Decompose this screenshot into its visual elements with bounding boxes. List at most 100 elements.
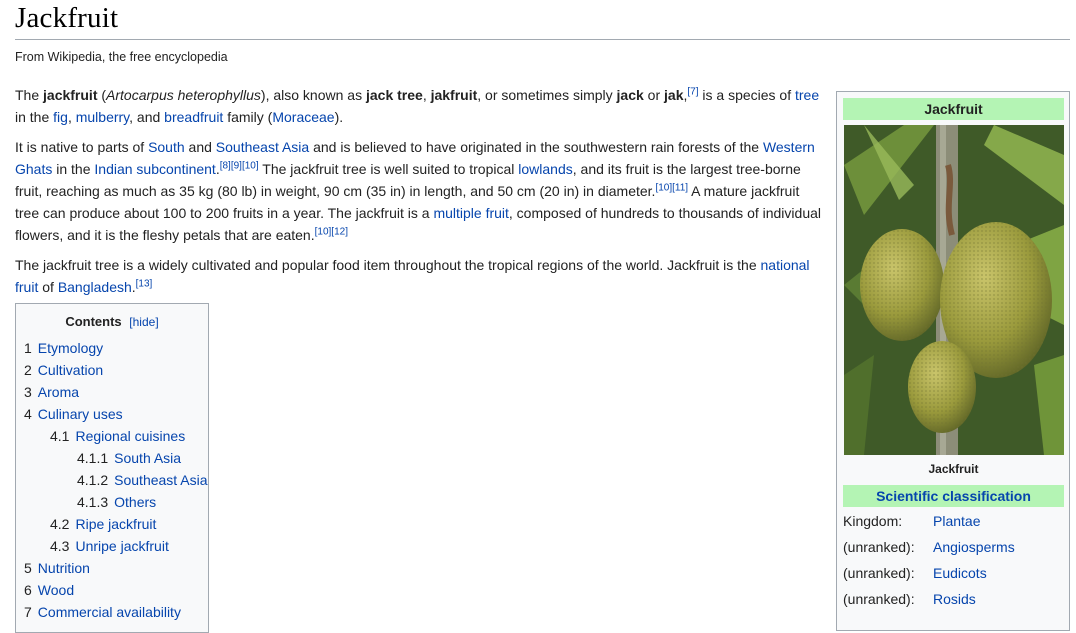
toc-title: Contents xyxy=(65,314,122,329)
taxonomy-value-link[interactable]: Plantae xyxy=(933,510,980,532)
text-run: Artocarpus heterophyllus xyxy=(106,87,261,103)
site-tagline: From Wikipedia, the free encyclopedia xyxy=(15,50,228,64)
taxonomy-rank: (unranked): xyxy=(843,539,915,555)
toc-item[interactable]: 5 Nutrition xyxy=(24,560,90,576)
article-link[interactable]: Indian subcontinent xyxy=(94,161,215,177)
citation-link[interactable]: [10][11] xyxy=(655,182,688,193)
toc-item[interactable]: 4.2 Ripe jackfruit xyxy=(50,516,156,532)
citation-link[interactable]: [13] xyxy=(136,278,153,289)
lead-paragraph-3: The jackfruit tree is a widely cultivate… xyxy=(15,254,825,298)
article-link[interactable]: breadfruit xyxy=(164,109,223,125)
article-link[interactable]: lowlands xyxy=(518,161,572,177)
taxonomy-value-link[interactable]: Eudicots xyxy=(933,562,987,584)
toc-item-label[interactable]: Others xyxy=(114,494,156,510)
text-run: ). xyxy=(334,109,344,125)
text-run: , and xyxy=(129,109,165,125)
toc-item-label[interactable]: Aroma xyxy=(38,384,79,400)
toc-item[interactable]: 1 Etymology xyxy=(24,340,103,356)
taxonomy-value-link[interactable]: Angiosperms xyxy=(933,536,1015,558)
infobox: Jackfruit Jackfruit Scientific classific… xyxy=(836,91,1070,631)
text-run: , or sometimes simply xyxy=(477,87,617,103)
taxonomy-rank: (unranked): xyxy=(843,565,915,581)
title-divider xyxy=(15,39,1070,40)
text-run: and is believed to have originated in th… xyxy=(309,139,763,155)
citation-link[interactable]: [8][9][10] xyxy=(220,160,259,171)
citation: [7] xyxy=(687,86,698,97)
article-link[interactable]: fig xyxy=(53,109,68,125)
toc-item-label[interactable]: Cultivation xyxy=(38,362,103,378)
toc-item[interactable]: 4.1 Regional cuisines xyxy=(50,428,185,444)
article-link[interactable]: multiple fruit xyxy=(433,205,508,221)
toc-item-number: 6 xyxy=(24,582,32,598)
toc-item-label[interactable]: Wood xyxy=(38,582,74,598)
toc-item[interactable]: 4 Culinary uses xyxy=(24,406,123,422)
text-run: in the xyxy=(52,161,95,177)
taxonomy-rank: Kingdom: xyxy=(843,513,903,529)
toc-item-number: 4.1.3 xyxy=(77,494,109,510)
taxonomy-rank: (unranked): xyxy=(843,591,915,607)
lead-paragraph-2: It is native to parts of South and South… xyxy=(15,136,825,246)
citation-link[interactable]: [10][12] xyxy=(315,226,348,237)
text-run: , xyxy=(422,87,431,103)
toc-item-label[interactable]: Ripe jackfruit xyxy=(75,516,156,532)
jackfruit-photo[interactable] xyxy=(844,125,1064,455)
toc-item[interactable]: 4.1.3 Others xyxy=(77,494,156,510)
taxonomy-row: (unranked): Rosids xyxy=(843,588,1064,610)
taxonomy-row: (unranked): Angiosperms xyxy=(843,536,1064,558)
toc-item-number: 5 xyxy=(24,560,32,576)
taxonomy-value-link[interactable]: Rosids xyxy=(933,588,976,610)
toc-header: Contents [hide] xyxy=(16,314,208,329)
toc-item-label[interactable]: Unripe jackfruit xyxy=(75,538,168,554)
taxonomy-row: Kingdom: Plantae xyxy=(843,510,1064,532)
toc-item-number: 2 xyxy=(24,362,32,378)
text-run: is a species of xyxy=(698,87,795,103)
toc-item[interactable]: 7 Commercial availability xyxy=(24,604,181,620)
infobox-image-caption: Jackfruit xyxy=(928,462,979,476)
text-run: The jackfruit tree is well suited to tro… xyxy=(258,161,519,177)
toc-item-number: 3 xyxy=(24,384,32,400)
text-run: jack xyxy=(616,87,644,103)
toc-item-label[interactable]: Etymology xyxy=(38,340,103,356)
toc-item[interactable]: 4.1.2 Southeast Asia xyxy=(77,472,208,488)
toc-item-number: 4.1.2 xyxy=(77,472,109,488)
toc-item-label[interactable]: Regional cuisines xyxy=(75,428,185,444)
text-run: jack tree xyxy=(365,87,423,103)
toc-hide-link[interactable]: [hide] xyxy=(129,315,158,329)
citation: [13] xyxy=(136,278,153,289)
toc-item-label[interactable]: Culinary uses xyxy=(38,406,123,422)
toc-item-label[interactable]: Southeast Asia xyxy=(114,472,207,488)
toc-item[interactable]: 3 Aroma xyxy=(24,384,79,400)
citation-link[interactable]: [7] xyxy=(687,86,698,97)
toc-item[interactable]: 6 Wood xyxy=(24,582,74,598)
toc-item-label[interactable]: Nutrition xyxy=(38,560,90,576)
toc-item[interactable]: 4.1.1 South Asia xyxy=(77,450,181,466)
article-link[interactable]: South xyxy=(148,139,185,155)
toc-item[interactable]: 4.3 Unripe jackfruit xyxy=(50,538,169,554)
infobox-title: Jackfruit xyxy=(843,98,1064,120)
text-run: jackfruit xyxy=(43,87,98,103)
scientific-classification-header[interactable]: Scientific classification xyxy=(843,485,1064,507)
article-body: The jackfruit (Artocarpus heterophyllus)… xyxy=(15,84,825,306)
toc-item-number: 7 xyxy=(24,604,32,620)
article-link[interactable]: tree xyxy=(795,87,819,103)
toc-item-label[interactable]: South Asia xyxy=(114,450,181,466)
text-run: jak xyxy=(664,87,684,103)
article-link[interactable]: mulberry xyxy=(76,109,129,125)
article-link[interactable]: Bangladesh xyxy=(58,279,132,295)
article-link[interactable]: Southeast Asia xyxy=(216,139,309,155)
toc-item[interactable]: 2 Cultivation xyxy=(24,362,103,378)
toc-item-number: 4.1 xyxy=(50,428,70,444)
toc-item-number: 4 xyxy=(24,406,32,422)
citation: [10][12] xyxy=(315,226,348,237)
text-run: The jackfruit tree is a widely cultivate… xyxy=(15,257,761,273)
taxonomy-row: (unranked): Eudicots xyxy=(843,562,1064,584)
toc-item-label[interactable]: Commercial availability xyxy=(38,604,181,620)
text-run: jakfruit xyxy=(430,87,478,103)
table-of-contents: Contents [hide] 1 Etymology 2 Cultivation 3 A… xyxy=(15,303,209,633)
text-run: It is native to parts of xyxy=(15,139,149,155)
toc-item-number: 4.1.1 xyxy=(77,450,109,466)
text-run: or xyxy=(643,87,665,103)
text-run: ( xyxy=(97,87,107,103)
article-link[interactable]: Moraceae xyxy=(272,109,334,125)
text-run: of xyxy=(38,279,58,295)
